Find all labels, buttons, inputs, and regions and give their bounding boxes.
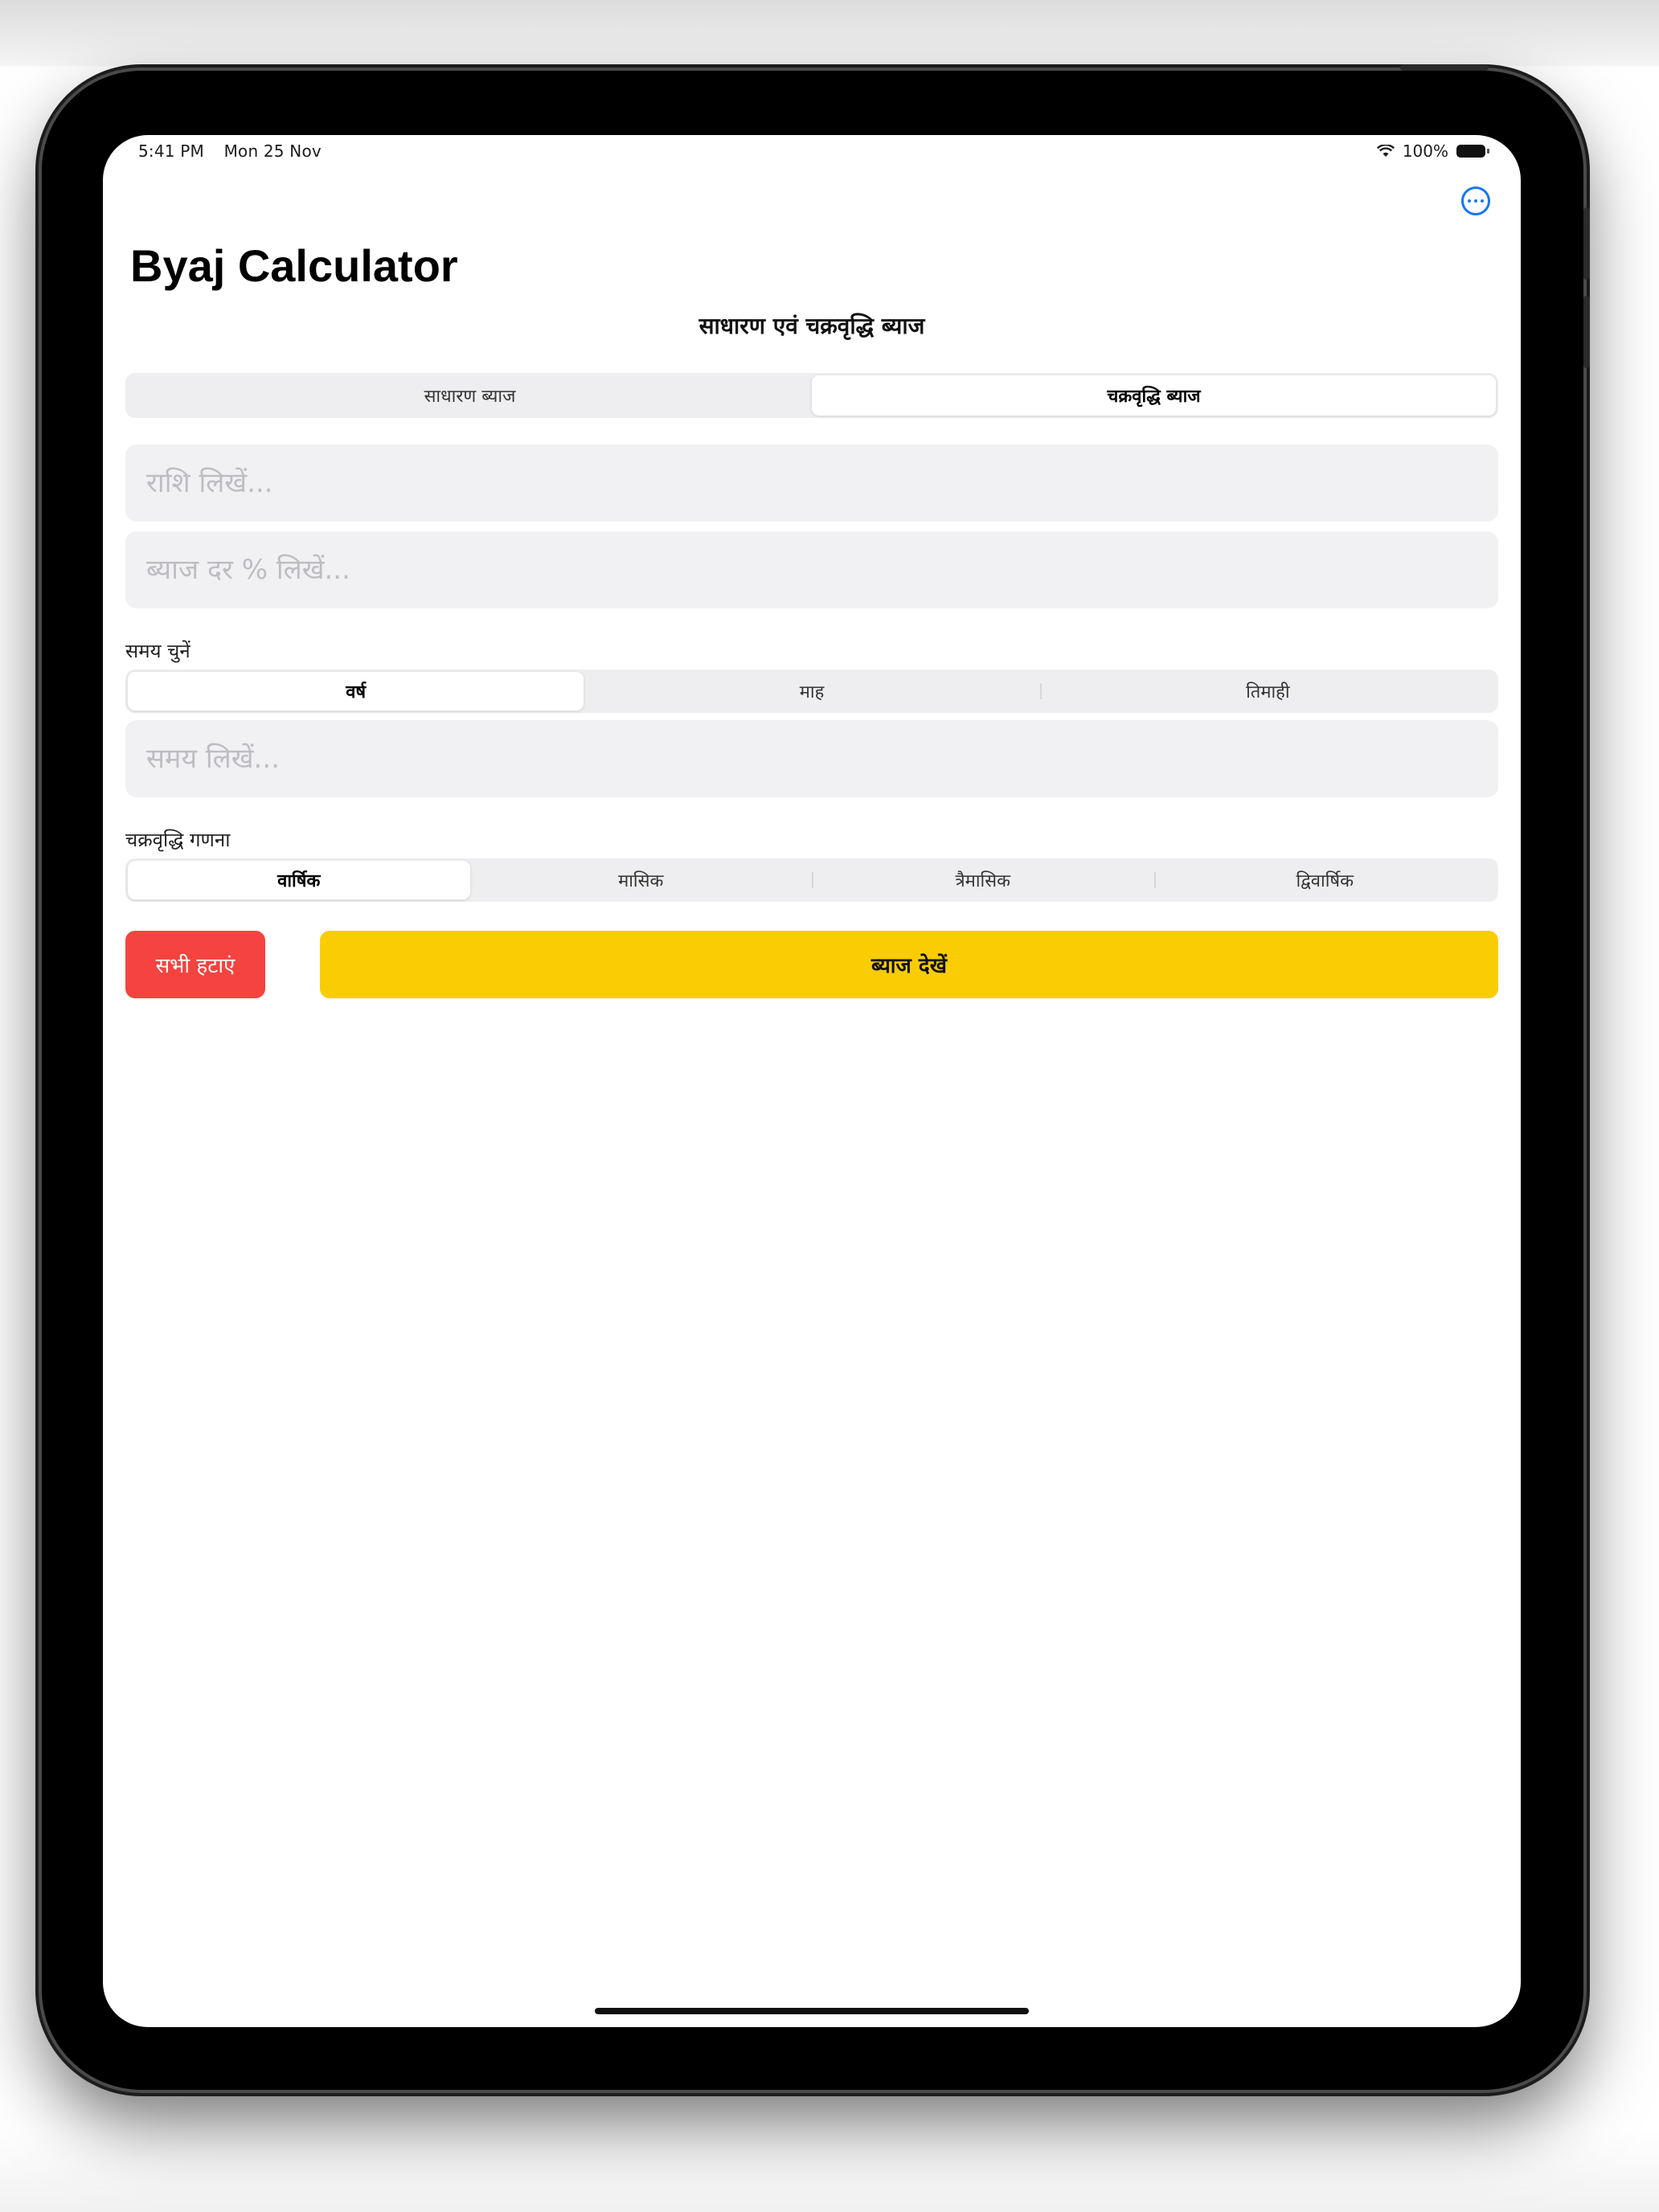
ellipsis-icon-dot — [1481, 199, 1484, 203]
battery-percent: 100% — [1402, 141, 1448, 161]
segment-divider — [1039, 683, 1042, 699]
top-button — [1400, 64, 1489, 71]
status-bar-left: 5:41 PM Mon 25 Nov — [138, 141, 336, 161]
segment-half-yearly-label: द्विवार्षिक — [1296, 871, 1354, 891]
segment-quarterly[interactable]: त्रैमासिक — [812, 861, 1154, 899]
compounding-segmented-control: वार्षिक मासिक त्रैमासिक द्विवार्षिक — [125, 858, 1498, 902]
segment-quarter-label: तिमाही — [1246, 682, 1290, 703]
segment-divider — [1153, 872, 1156, 888]
section-heading: साधारण एवं चक्रवृद्धि ब्याज — [698, 313, 925, 339]
more-options-button[interactable] — [1461, 186, 1490, 215]
amount-field[interactable] — [125, 444, 1498, 522]
status-bar-right: 100% — [1376, 141, 1489, 161]
background-band — [0, 0, 1659, 66]
show-interest-button[interactable]: ब्याज देखें — [320, 931, 1498, 998]
time-unit-segmented-control: वर्ष माह तिमाही — [125, 670, 1498, 713]
volume-up-button — [1583, 207, 1590, 280]
rate-field[interactable] — [125, 531, 1498, 608]
compounding-label: चक्रवृद्धि गणना — [125, 829, 231, 851]
amount-input[interactable] — [125, 444, 1498, 522]
segment-quarter[interactable]: तिमाही — [1039, 672, 1496, 711]
status-date: Mon 25 Nov — [223, 141, 322, 161]
segment-quarterly-label: त्रैमासिक — [955, 871, 1010, 891]
ellipsis-icon-dot — [1474, 199, 1477, 203]
segment-divider — [812, 872, 813, 888]
volume-down-button — [1583, 296, 1590, 368]
segment-year[interactable]: वर्ष — [128, 672, 584, 711]
interest-type-segmented-control: साधारण ब्याज चक्रवृद्धि ब्याज — [125, 373, 1498, 418]
page-title: Byaj Calculator — [130, 240, 458, 291]
segment-compound-interest[interactable]: चक्रवृद्धि ब्याज — [812, 375, 1496, 416]
time-unit-label: समय चुनें — [125, 640, 190, 662]
clear-all-button[interactable]: सभी हटाएं — [125, 931, 265, 998]
segment-annual[interactable]: वार्षिक — [128, 861, 470, 899]
battery-icon — [1456, 145, 1489, 158]
time-input[interactable] — [125, 720, 1498, 797]
ellipsis-icon-dot — [1468, 199, 1471, 203]
segment-monthly[interactable]: मासिक — [470, 861, 813, 899]
screen: 5:41 PM Mon 25 Nov 100% Byaj Calculator … — [103, 135, 1521, 2027]
wifi-icon — [1376, 145, 1395, 157]
home-indicator[interactable] — [595, 2008, 1029, 2014]
segment-half-yearly[interactable]: द्विवार्षिक — [1153, 861, 1497, 899]
segment-month[interactable]: माह — [584, 672, 1039, 711]
time-field[interactable] — [125, 720, 1498, 797]
status-time: 5:41 PM — [138, 141, 204, 161]
segment-simple-interest[interactable]: साधारण ब्याज — [128, 375, 812, 416]
rate-input[interactable] — [125, 531, 1498, 608]
